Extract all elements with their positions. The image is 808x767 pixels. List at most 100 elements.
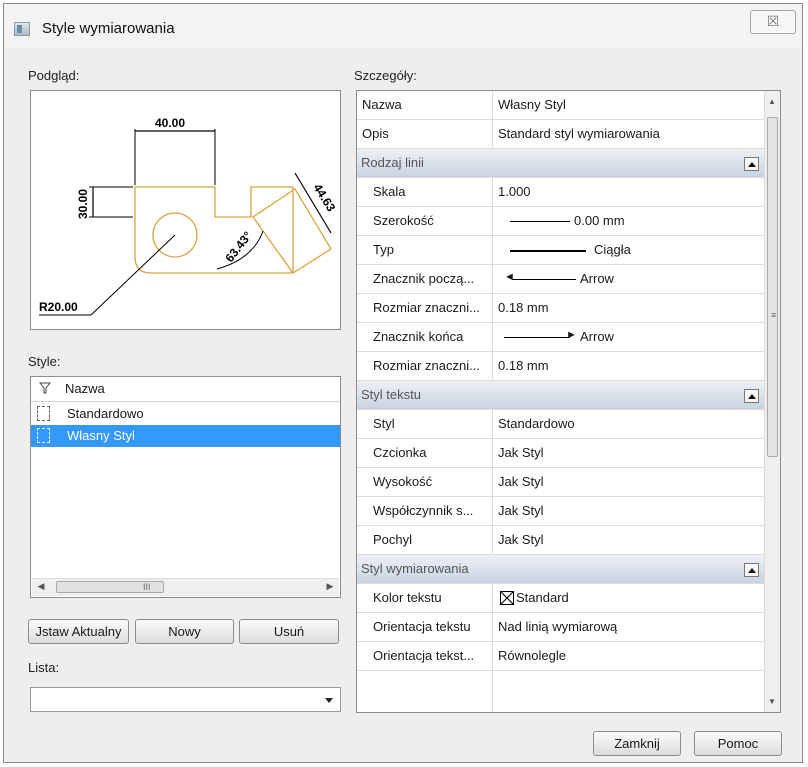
dialog-window: Style wymiarowania ☒ Podgląd: 40.00 30.0… <box>3 3 803 763</box>
arrow-right-icon: ► <box>566 329 577 341</box>
line-sample <box>512 279 576 280</box>
style-icon <box>37 428 50 443</box>
window-title: Style wymiarowania <box>42 20 175 37</box>
new-button[interactable]: Nowy <box>135 619 234 644</box>
property-row[interactable]: Współczynnik s... Jak Styl <box>357 497 765 526</box>
section-header-dimension-style[interactable]: Styl wymiarowania <box>357 555 765 584</box>
scroll-grip: ≡ <box>771 310 777 320</box>
property-name <box>357 671 493 712</box>
scroll-down-icon[interactable]: ▼ <box>768 697 776 706</box>
property-row[interactable]: Typ Ciągła <box>357 236 765 265</box>
property-row[interactable]: Orientacja tekstu Nad linią wymiarową <box>357 613 765 642</box>
section-header-text-style[interactable]: Styl tekstu <box>357 381 765 410</box>
list-item[interactable]: Własny Styl <box>31 425 340 447</box>
section-title: Styl wymiarowania <box>361 561 469 576</box>
line-sample <box>510 221 570 222</box>
property-name: Czcionka <box>357 439 493 468</box>
help-button[interactable]: Pomoc <box>694 731 782 756</box>
property-name: Pochyl <box>357 526 493 555</box>
property-row[interactable]: Nazwa Własny Styl <box>357 91 765 120</box>
property-row[interactable]: Wysokość Jak Styl <box>357 468 765 497</box>
property-value-text: Ciągła <box>594 242 631 257</box>
list-item-label: Standardowo <box>67 406 144 421</box>
collapse-icon[interactable] <box>744 389 759 403</box>
scroll-left-icon[interactable]: ◀ <box>34 581 48 592</box>
property-name: Wysokość <box>357 468 493 497</box>
app-icon <box>14 22 30 36</box>
property-name: Skala <box>357 178 493 207</box>
property-name: Znacznik począ... <box>357 265 493 294</box>
scroll-thumb[interactable]: III <box>56 581 164 593</box>
delete-button[interactable]: Usuń <box>239 619 339 644</box>
list-combobox[interactable] <box>30 687 341 712</box>
property-name: Kolor tekstu <box>357 584 493 613</box>
property-row[interactable]: Pochyl Jak Styl <box>357 526 765 555</box>
property-value-text: 0.00 mm <box>574 213 625 228</box>
list-item-label: Własny Styl <box>67 428 135 443</box>
property-name: Styl <box>357 410 493 439</box>
filter-icon[interactable] <box>39 382 51 394</box>
style-icon <box>37 406 50 421</box>
preview-panel: 40.00 30.00 44.63 63.43° R20.00 <box>30 90 341 330</box>
dim-top-label: 40.00 <box>155 116 185 130</box>
line-sample <box>510 250 586 252</box>
property-row[interactable]: Rozmiar znaczni... 0.18 mm <box>357 294 765 323</box>
property-name: Orientacja tekstu <box>357 613 493 642</box>
property-row[interactable]: Skala 1.000 <box>357 178 765 207</box>
details-label: Szczegóły: <box>354 68 417 83</box>
horizontal-scrollbar[interactable]: ◀ III ▶ <box>32 578 339 596</box>
close-icon[interactable]: ☒ <box>750 10 796 34</box>
collapse-icon[interactable] <box>744 563 759 577</box>
property-name: Współczynnik s... <box>357 497 493 526</box>
property-row[interactable]: Szerokość 0.00 mm <box>357 207 765 236</box>
close-button[interactable]: Zamknij <box>593 731 681 756</box>
column-header-name: Nazwa <box>65 381 105 396</box>
property-name: Opis <box>357 120 493 149</box>
property-name: Rozmiar znaczni... <box>357 294 493 323</box>
property-row[interactable]: Styl Standardowo <box>357 410 765 439</box>
property-value-text: Standard <box>516 590 569 605</box>
collapse-icon[interactable] <box>744 157 759 171</box>
chevron-down-icon[interactable] <box>325 698 333 703</box>
property-name: Nazwa <box>357 91 493 120</box>
preview-label: Podgląd: <box>28 68 80 83</box>
dim-left-label: 30.00 <box>76 189 90 219</box>
part-outline <box>134 186 294 274</box>
set-current-button[interactable]: Jstaw Aktualny <box>28 619 129 644</box>
property-row[interactable]: Kolor tekstu Standard <box>357 584 765 613</box>
property-row[interactable]: Rozmiar znaczni... 0.18 mm <box>357 352 765 381</box>
dim-radius-label: R20.00 <box>39 300 78 314</box>
property-row[interactable]: Czcionka Jak Styl <box>357 439 765 468</box>
property-value-text: Arrow <box>580 329 614 344</box>
property-row[interactable]: Znacznik końca ► Arrow <box>357 323 765 352</box>
title-bar: Style wymiarowania ☒ <box>4 4 802 48</box>
dimension-preview-drawing: 40.00 30.00 44.63 63.43° R20.00 <box>39 116 338 316</box>
property-row-partial <box>357 671 765 712</box>
property-name: Znacznik końca <box>357 323 493 352</box>
scroll-grip: III <box>143 582 151 592</box>
property-row[interactable]: Opis Standard styl wymiarowania <box>357 120 765 149</box>
scroll-up-icon[interactable]: ▲ <box>768 97 776 106</box>
property-name: Rozmiar znaczni... <box>357 352 493 381</box>
dim-angle-label: 63.43° <box>222 229 255 265</box>
property-name: Szerokość <box>357 207 493 236</box>
vertical-scrollbar[interactable]: ▲ ≡ ▼ <box>764 91 780 712</box>
styles-label: Style: <box>28 354 61 369</box>
property-row[interactable]: Orientacja tekst... Równolegle <box>357 642 765 671</box>
property-name: Orientacja tekst... <box>357 642 493 671</box>
line-sample <box>504 337 570 338</box>
list-item[interactable]: Standardowo <box>31 403 340 425</box>
color-swatch-icon <box>500 591 514 605</box>
list-label: Lista: <box>28 660 60 675</box>
list-header[interactable]: Nazwa <box>31 377 340 402</box>
properties-grid[interactable]: Nazwa Własny Styl Opis Standard styl wym… <box>356 90 781 713</box>
dim-right-label: 44.63 <box>310 181 338 214</box>
property-row[interactable]: Znacznik począ... ◄ Arrow <box>357 265 765 294</box>
property-value-text: Arrow <box>580 271 614 286</box>
section-title: Styl tekstu <box>361 387 421 402</box>
scroll-right-icon[interactable]: ▶ <box>323 581 337 592</box>
scroll-thumb[interactable]: ≡ <box>767 117 778 457</box>
arrow-left-icon: ◄ <box>504 271 515 283</box>
styles-list[interactable]: Nazwa Standardowo Własny Styl ◀ III ▶ <box>30 376 341 598</box>
section-header-line-type[interactable]: Rodzaj linii <box>357 149 765 178</box>
